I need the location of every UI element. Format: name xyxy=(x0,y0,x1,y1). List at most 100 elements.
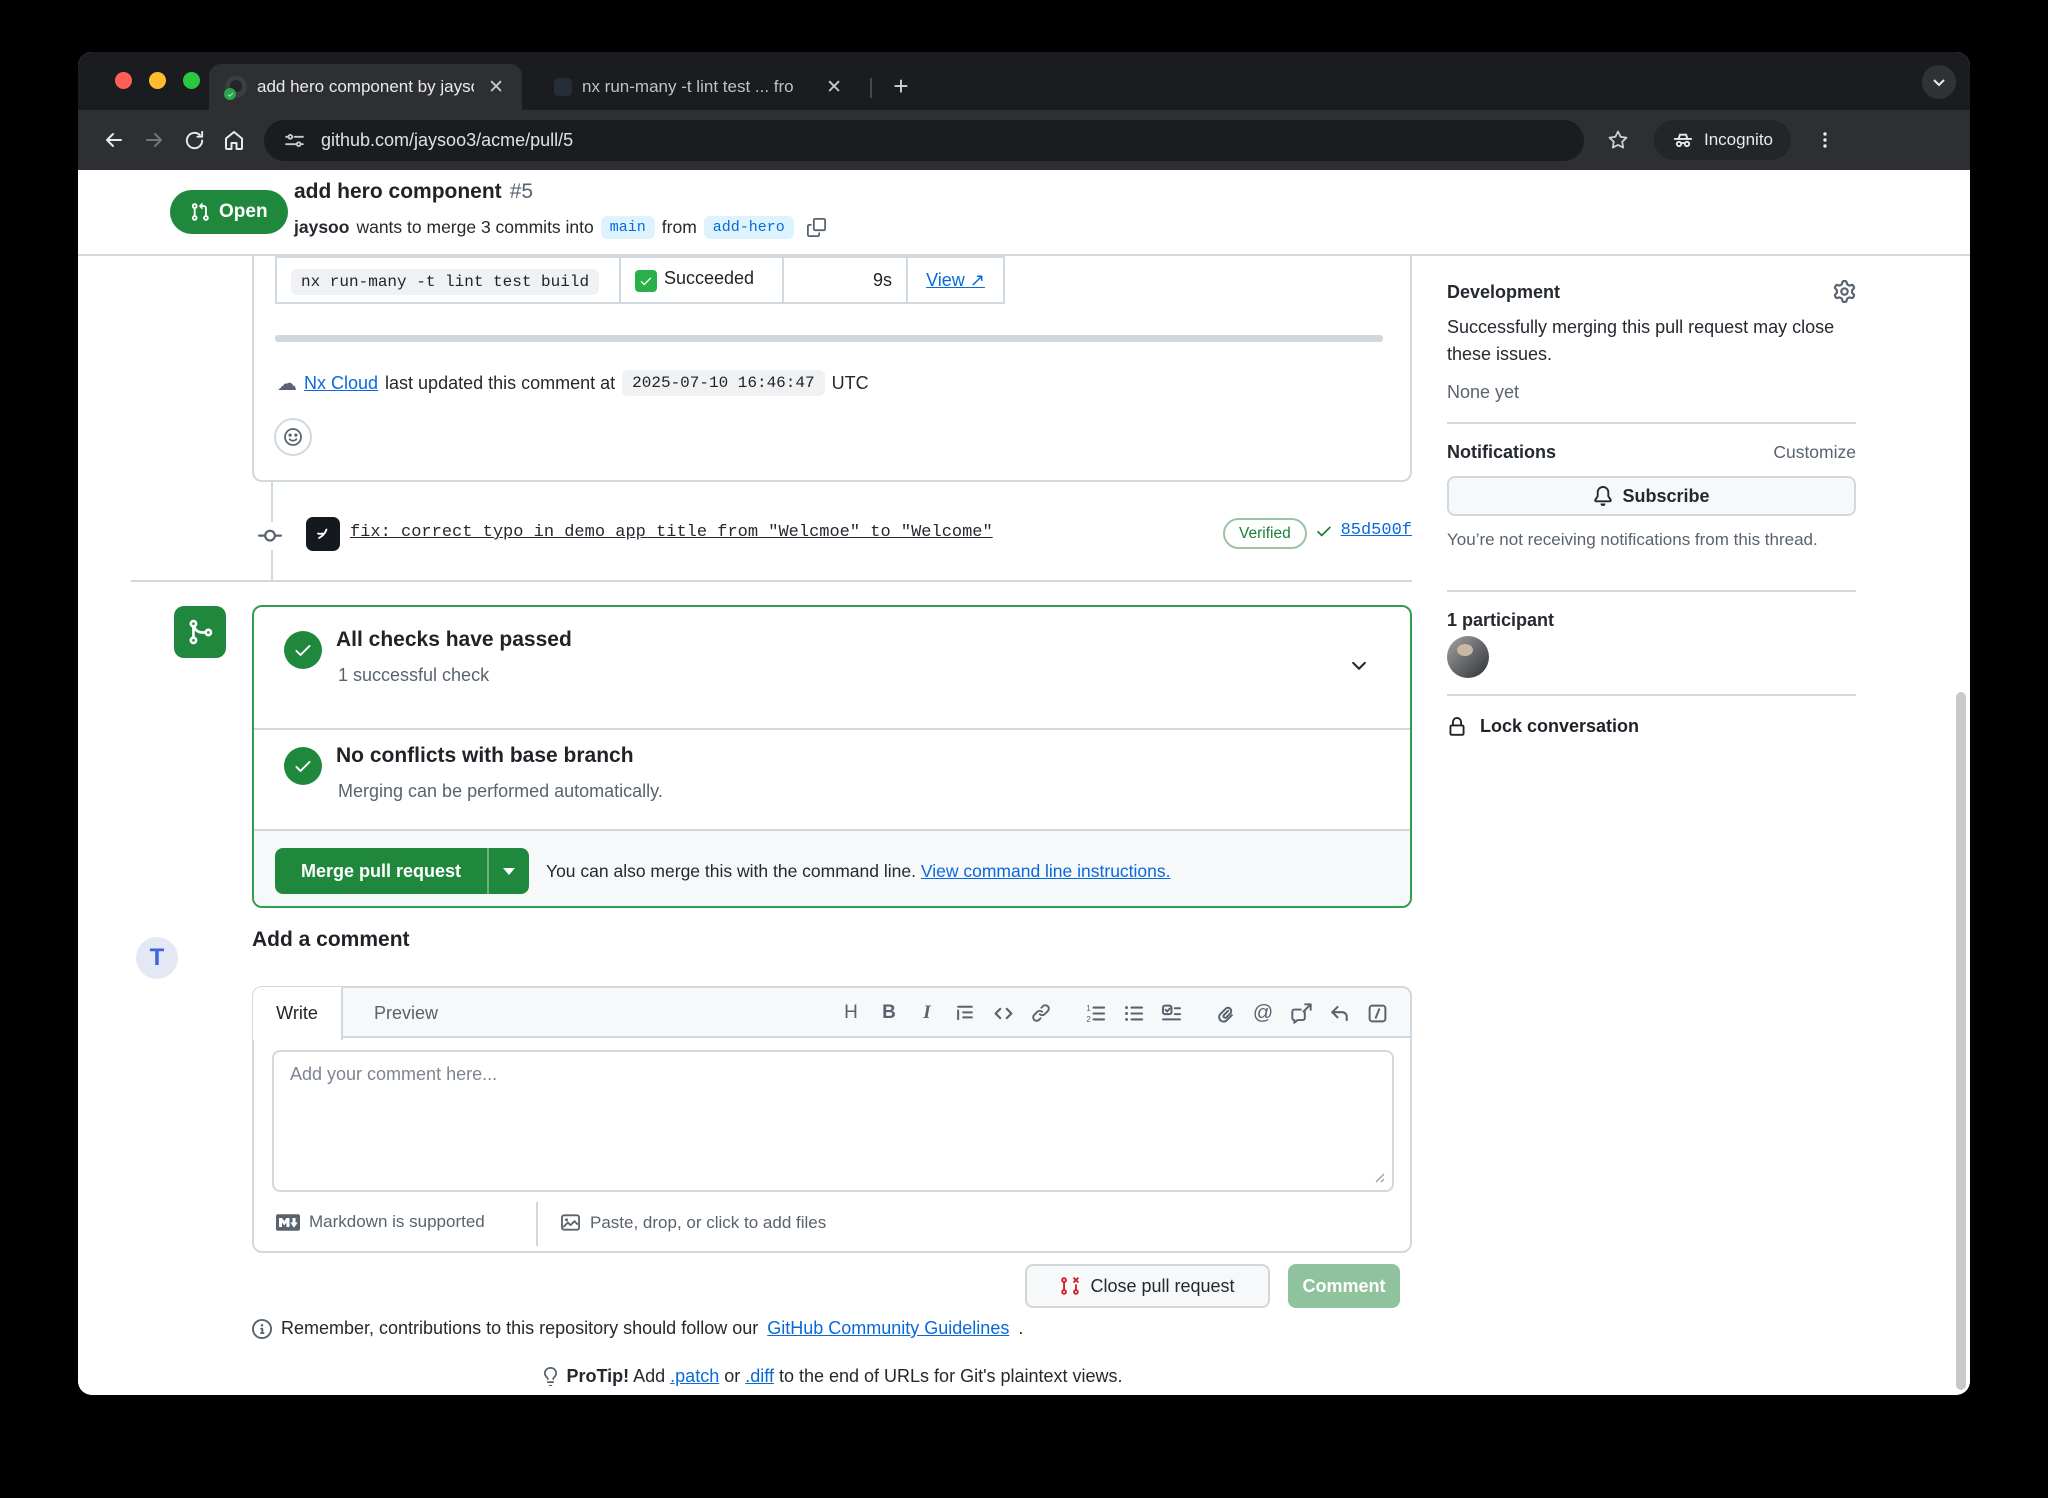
tab-write[interactable]: Write xyxy=(253,987,343,1040)
notifications-status: You’re not receiving notifications from … xyxy=(1447,530,1818,550)
attach-file-icon[interactable] xyxy=(1206,988,1244,1038)
reload-button[interactable] xyxy=(174,120,214,160)
comment-editor: Write Preview H B I 12 @ xyxy=(252,986,1412,1253)
verified-badge[interactable]: Verified xyxy=(1223,518,1307,549)
gear-icon[interactable] xyxy=(1833,280,1856,303)
comment-submit-button[interactable]: Comment xyxy=(1288,1264,1400,1308)
merge-box-footer: Merge pull request You can also merge th… xyxy=(254,829,1410,906)
italic-icon[interactable]: I xyxy=(908,988,946,1038)
development-empty: None yet xyxy=(1447,382,1519,403)
patch-link[interactable]: .patch xyxy=(670,1366,719,1386)
minimize-window-button[interactable] xyxy=(149,72,166,89)
participant-avatar[interactable] xyxy=(1447,636,1489,678)
notifications-title: Notifications xyxy=(1447,442,1556,463)
ci-comment-card: nx run-many -t lint test build Succeeded… xyxy=(252,256,1412,482)
forward-button xyxy=(134,120,174,160)
forward-arrow-icon xyxy=(142,128,166,152)
mention-icon[interactable]: @ xyxy=(1244,988,1282,1038)
tab-preview[interactable]: Preview xyxy=(374,988,438,1038)
participants-title: 1 participant xyxy=(1447,610,1554,631)
commit-message-link[interactable]: fix: correct typo in demo app title from… xyxy=(350,523,993,542)
diff-link[interactable]: .diff xyxy=(745,1366,774,1386)
back-button[interactable] xyxy=(94,120,134,160)
reload-icon xyxy=(183,129,206,152)
merge-pull-request-button[interactable]: Merge pull request xyxy=(275,848,529,894)
subscribe-button[interactable]: Subscribe xyxy=(1447,476,1856,516)
copy-icon[interactable] xyxy=(807,218,826,237)
merge-options-dropdown[interactable] xyxy=(487,848,529,894)
attach-files-button[interactable]: Paste, drop, or click to add files xyxy=(560,1212,826,1233)
task-list-icon[interactable] xyxy=(1152,988,1190,1038)
nx-cloud-link[interactable]: Nx Cloud xyxy=(304,373,378,394)
check-duration: 9s xyxy=(783,257,907,303)
current-user-avatar: T xyxy=(136,937,178,979)
smiley-icon xyxy=(283,427,303,447)
incognito-badge: Incognito xyxy=(1654,120,1791,160)
tab-search-button[interactable] xyxy=(1922,65,1956,99)
new-tab-button[interactable]: + xyxy=(884,69,918,103)
browser-window: add hero component by jayso ✕ nx run-man… xyxy=(78,52,1970,1395)
incognito-label: Incognito xyxy=(1704,130,1773,150)
quote-icon[interactable] xyxy=(946,988,984,1038)
browser-menu-button[interactable] xyxy=(1805,120,1845,160)
maximize-window-button[interactable] xyxy=(183,72,200,89)
customize-link[interactable]: Customize xyxy=(1773,442,1856,463)
home-button[interactable] xyxy=(214,120,254,160)
bookmark-button[interactable] xyxy=(1598,120,1638,160)
svg-text:1: 1 xyxy=(1086,1003,1090,1012)
checks-passed-title: All checks have passed xyxy=(336,628,572,652)
commit-sha-link[interactable]: 85d500f xyxy=(1341,521,1412,540)
no-conflicts-icon xyxy=(284,747,322,785)
community-guidelines-link[interactable]: GitHub Community Guidelines xyxy=(767,1318,1009,1339)
scrollbar-thumb[interactable] xyxy=(1956,692,1966,1390)
comment-input[interactable] xyxy=(272,1050,1394,1192)
tab-title: nx run-many -t lint test ... fro xyxy=(582,77,812,97)
image-icon xyxy=(560,1212,581,1233)
bell-icon xyxy=(1593,486,1613,506)
tab-pull-request[interactable]: add hero component by jayso ✕ xyxy=(209,64,522,110)
cmdline-instructions-link[interactable]: View command line instructions. xyxy=(921,861,1171,881)
external-arrow-icon: ↗ xyxy=(970,270,985,290)
numbered-list-icon[interactable]: 12 xyxy=(1076,988,1114,1038)
close-tab-icon[interactable]: ✕ xyxy=(484,76,508,99)
cross-reference-icon[interactable] xyxy=(1282,988,1320,1038)
page-content: Open add hero component#5 jaysoo wants t… xyxy=(78,170,1970,1395)
address-bar[interactable]: github.com/jaysoo3/acme/pull/5 xyxy=(264,120,1584,161)
saved-replies-icon[interactable] xyxy=(1358,988,1396,1038)
tab-nx-run[interactable]: nx run-many -t lint test ... fro ✕ xyxy=(538,64,856,110)
link-icon[interactable] xyxy=(1022,988,1060,1038)
view-run-link[interactable]: View ↗ xyxy=(926,270,985,290)
check-status: Succeeded xyxy=(664,268,754,288)
close-pull-request-button[interactable]: Close pull request xyxy=(1025,1264,1270,1308)
resize-handle[interactable] xyxy=(1372,1170,1386,1184)
pr-number: #5 xyxy=(510,180,533,203)
markdown-supported-link[interactable]: Markdown is supported xyxy=(276,1212,485,1232)
reply-icon[interactable] xyxy=(1320,988,1358,1038)
star-icon xyxy=(1606,128,1630,152)
check-name: nx run-many -t lint test build xyxy=(291,269,599,295)
bullet-list-icon[interactable] xyxy=(1114,988,1152,1038)
development-title: Development xyxy=(1447,282,1560,303)
kebab-menu-icon xyxy=(1815,130,1835,150)
add-reaction-button[interactable] xyxy=(274,418,312,456)
bold-icon[interactable]: B xyxy=(870,988,908,1038)
git-merge-gutter-icon xyxy=(174,606,226,658)
incognito-icon xyxy=(1672,129,1694,151)
commit-author-avatar[interactable] xyxy=(306,517,340,551)
home-icon xyxy=(222,128,246,152)
base-branch-label[interactable]: main xyxy=(601,216,655,239)
pr-author[interactable]: jaysoo xyxy=(294,217,349,238)
heading-icon[interactable]: H xyxy=(832,988,870,1038)
close-tab-icon[interactable]: ✕ xyxy=(822,76,846,99)
pr-subtitle: jaysoo wants to merge 3 commits into mai… xyxy=(294,216,826,239)
lock-conversation-button[interactable]: Lock conversation xyxy=(1447,716,1639,737)
merge-status-box: All checks have passed 1 successful chec… xyxy=(252,605,1412,908)
nx-favicon xyxy=(554,78,572,96)
chevron-down-icon[interactable] xyxy=(1348,655,1370,677)
close-window-button[interactable] xyxy=(115,72,132,89)
caret-down-icon xyxy=(503,868,515,875)
section-divider xyxy=(131,580,1412,582)
head-branch-label[interactable]: add-hero xyxy=(704,216,794,239)
code-icon[interactable] xyxy=(984,988,1022,1038)
git-merge-icon xyxy=(186,618,214,646)
